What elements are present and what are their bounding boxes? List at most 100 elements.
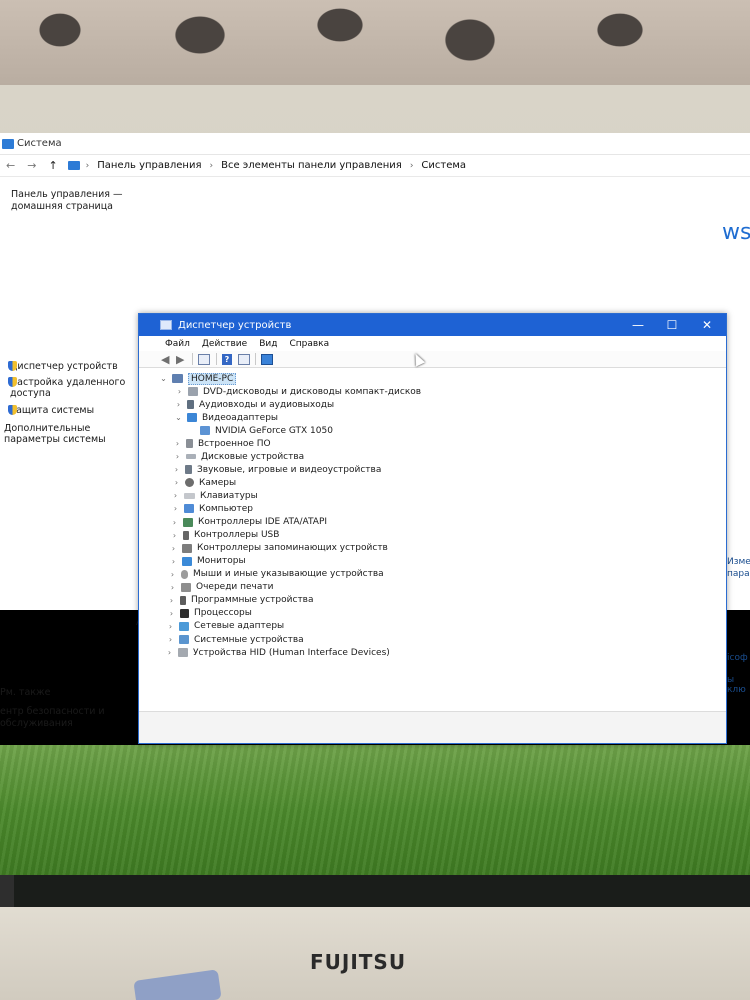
address-bar[interactable]: ← → ↑ › Панель управления › Все элементы… <box>0 155 750 177</box>
audio-icon <box>187 400 194 410</box>
chevron-right-icon[interactable]: › <box>174 400 183 409</box>
device-manager-title: Диспетчер устройств <box>178 319 292 331</box>
chevron-right-icon[interactable]: › <box>168 583 177 592</box>
maximize-button[interactable]: ☐ <box>660 316 684 334</box>
chevron-right-icon[interactable]: › <box>167 609 176 618</box>
tree-category[interactable]: › Устройства HID (Human Interface Devices… <box>165 646 390 659</box>
tree-category[interactable]: › Мониторы <box>169 555 246 568</box>
tree-category[interactable]: › Очереди печати <box>168 581 274 594</box>
chevron-down-icon[interactable]: ⌄ <box>174 413 183 422</box>
toolbar-separator <box>216 353 217 365</box>
menu-file[interactable]: Файл <box>165 339 190 349</box>
tree-category[interactable]: › Контроллеры USB <box>170 529 280 542</box>
toolbar: ◀ ▶ ? <box>139 351 726 368</box>
tree-category[interactable]: › Контроллеры IDE ATA/ATAPI <box>170 516 327 529</box>
tree-category-label: Сетевые адаптеры <box>194 621 285 632</box>
windows-logo-text: ws <box>722 220 750 245</box>
tree-category[interactable]: › Программные устройства <box>167 594 314 607</box>
tree-category-label: Видеоадаптеры <box>202 412 279 423</box>
tree-category[interactable]: ⌄ Видеоадаптеры <box>174 411 278 424</box>
print-icon <box>181 582 191 592</box>
back-arrow-icon[interactable]: ◀ <box>161 354 172 365</box>
chevron-right-icon[interactable]: › <box>170 531 179 540</box>
breadcrumb-system[interactable]: Система <box>421 160 466 171</box>
change-settings-link[interactable]: парам <box>727 569 750 579</box>
help-icon[interactable]: ? <box>222 354 232 365</box>
usb-icon <box>183 530 189 540</box>
back-arrow-icon[interactable]: ← <box>6 159 15 172</box>
see-also-link-security-1[interactable]: ентр безопасности и <box>0 706 138 718</box>
tree-category[interactable]: › Встроенное ПО <box>173 437 271 450</box>
device-manager-titlebar[interactable]: Диспетчер устройств — ☐ ✕ <box>139 314 726 336</box>
desktop-wallpaper-grass <box>0 745 750 875</box>
tree-category[interactable]: › Процессоры <box>167 607 252 620</box>
tree-category[interactable]: › Сетевые адаптеры <box>166 620 284 633</box>
tree-category[interactable]: › Камеры <box>172 476 236 489</box>
tree-category[interactable]: › Системные устройства <box>166 633 304 646</box>
menu-help[interactable]: Справка <box>289 339 329 349</box>
chevron-right-icon[interactable]: › <box>168 570 177 579</box>
tree-category-label: Аудиовходы и аудиовыходы <box>199 399 335 410</box>
chevron-right-icon[interactable]: › <box>171 491 180 500</box>
breadcrumb-control-panel[interactable]: Панель управления <box>97 160 201 171</box>
nav-home-link[interactable]: Панель управления — домашняя страница <box>11 189 136 213</box>
chevron-right-icon[interactable]: › <box>170 518 179 527</box>
chevron-right-icon[interactable]: › <box>166 622 175 631</box>
tree-category[interactable]: › Контроллеры запоминающих устройств <box>169 542 388 555</box>
see-also-link-security-2[interactable]: обслуживания <box>0 718 138 730</box>
breadcrumb-all-items[interactable]: Все элементы панели управления <box>221 160 402 171</box>
nav-remote-settings[interactable]: Настройка удаленного доступа <box>8 377 138 399</box>
menu-action[interactable]: Действие <box>202 339 247 349</box>
nav-device-manager[interactable]: Диспетчер устройств <box>8 361 138 372</box>
tree-category[interactable]: › Мыши и иные указывающие устройства <box>168 568 384 581</box>
chevron-right-icon: › <box>85 160 90 171</box>
tree-category[interactable]: › DVD-дисководы и дисководы компакт-диско… <box>175 385 421 398</box>
tree-root[interactable]: ⌄ HOME-PC <box>159 372 237 385</box>
nav-advanced-settings[interactable]: Дополнительные параметры системы <box>4 423 132 445</box>
properties-icon[interactable] <box>198 354 210 365</box>
monitor-icon[interactable] <box>261 354 273 365</box>
chevron-down-icon[interactable]: ⌄ <box>159 374 168 383</box>
chevron-right-icon[interactable]: › <box>173 452 182 461</box>
bg-fragment[interactable]: icoф <box>727 653 748 663</box>
chevron-right-icon[interactable]: › <box>169 557 178 566</box>
tree-category[interactable]: › Звуковые, игровые и видеоустройства <box>172 463 381 476</box>
chevron-right-icon[interactable]: › <box>167 596 176 605</box>
hid-icon <box>178 648 188 657</box>
sys-icon <box>179 635 189 644</box>
tree-category[interactable]: › Клавиатуры <box>171 489 258 502</box>
disk-icon <box>186 454 196 460</box>
chevron-right-icon[interactable]: › <box>173 439 182 448</box>
close-button[interactable]: ✕ <box>695 316 719 334</box>
bg-fragment[interactable]: ы клю <box>727 675 750 695</box>
chevron-right-icon[interactable]: › <box>166 635 175 644</box>
forward-arrow-icon[interactable]: ▶ <box>176 354 187 365</box>
tree-category-label: Очереди печати <box>196 582 274 593</box>
tree-device[interactable]: NVIDIA GeForce GTX 1050 <box>196 424 333 437</box>
system-window-titlebar[interactable]: Система <box>0 133 750 155</box>
chevron-right-icon[interactable]: › <box>175 387 184 396</box>
chevron-right-icon[interactable]: › <box>169 544 178 553</box>
minimize-button[interactable]: — <box>626 316 650 334</box>
tree-category[interactable]: › Аудиовходы и аудиовыходы <box>174 398 334 411</box>
chevron-right-icon[interactable]: › <box>171 504 180 513</box>
tree-category[interactable]: › Дисковые устройства <box>173 450 304 463</box>
chevron-right-icon[interactable]: › <box>172 478 181 487</box>
stor-icon <box>182 543 192 553</box>
tree-category[interactable]: › Компьютер <box>171 502 253 515</box>
tree-category-label: DVD-дисководы и дисководы компакт-дисков <box>203 386 422 397</box>
chevron-right-icon: › <box>209 160 214 171</box>
shield-icon <box>8 361 17 371</box>
chevron-right-icon[interactable]: › <box>172 465 181 474</box>
chevron-right-icon[interactable]: › <box>165 648 174 657</box>
nav-system-protection[interactable]: Защита системы <box>8 405 138 416</box>
menu-view[interactable]: Вид <box>259 339 277 349</box>
taskbar-button[interactable] <box>0 875 14 907</box>
toolbar-separator <box>255 353 256 365</box>
up-arrow-icon[interactable]: ↑ <box>48 159 57 172</box>
view-icon[interactable] <box>238 354 250 365</box>
tree-category-label: Процессоры <box>194 608 252 619</box>
change-settings-link[interactable]: Измен <box>727 557 750 567</box>
forward-arrow-icon[interactable]: → <box>27 159 36 172</box>
device-manager-window: Диспетчер устройств — ☐ ✕ Файл Действие … <box>138 313 727 744</box>
